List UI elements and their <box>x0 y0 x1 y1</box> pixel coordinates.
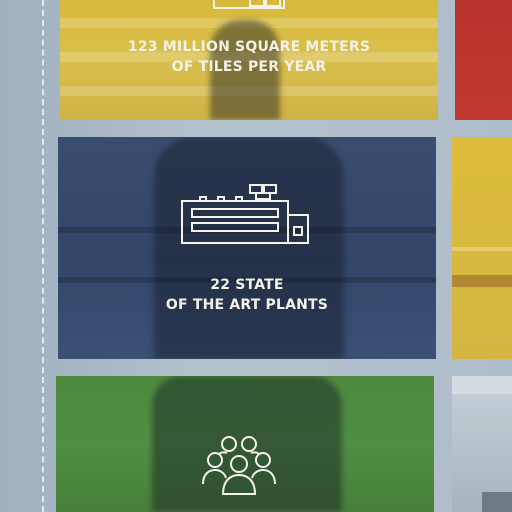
tiles-caption-line2: OF TILES PER YEAR <box>171 59 327 75</box>
panel-state-of-art-plants: 22 STATE OF THE ART PLANTS <box>58 137 436 359</box>
tiles-caption: 123 MILLION SQUARE METERS OF TILES PER Y… <box>60 37 438 77</box>
panel-people <box>56 376 434 512</box>
panel-stripe <box>452 275 512 287</box>
panel-top-strip <box>452 376 512 394</box>
factory-icon <box>178 181 312 247</box>
panel-corner-shadow <box>482 492 512 512</box>
plants-caption: 22 STATE OF THE ART PLANTS <box>58 275 436 315</box>
panel-grey-right <box>452 376 512 512</box>
panel-yellow-right <box>452 137 512 359</box>
panel-tiles-per-year: 123 MILLION SQUARE METERS OF TILES PER Y… <box>60 0 438 120</box>
plants-caption-line1: 22 STATE <box>210 277 284 293</box>
tiles-caption-line1: 123 MILLION SQUARE METERS <box>127 39 371 55</box>
panel-red <box>455 0 512 120</box>
dashed-divider <box>42 0 44 512</box>
panel-stripe <box>452 247 512 251</box>
factory-icon <box>210 0 290 16</box>
people-group-icon <box>199 434 279 500</box>
plants-caption-line2: OF THE ART PLANTS <box>165 297 329 313</box>
person-silhouette <box>154 137 344 359</box>
